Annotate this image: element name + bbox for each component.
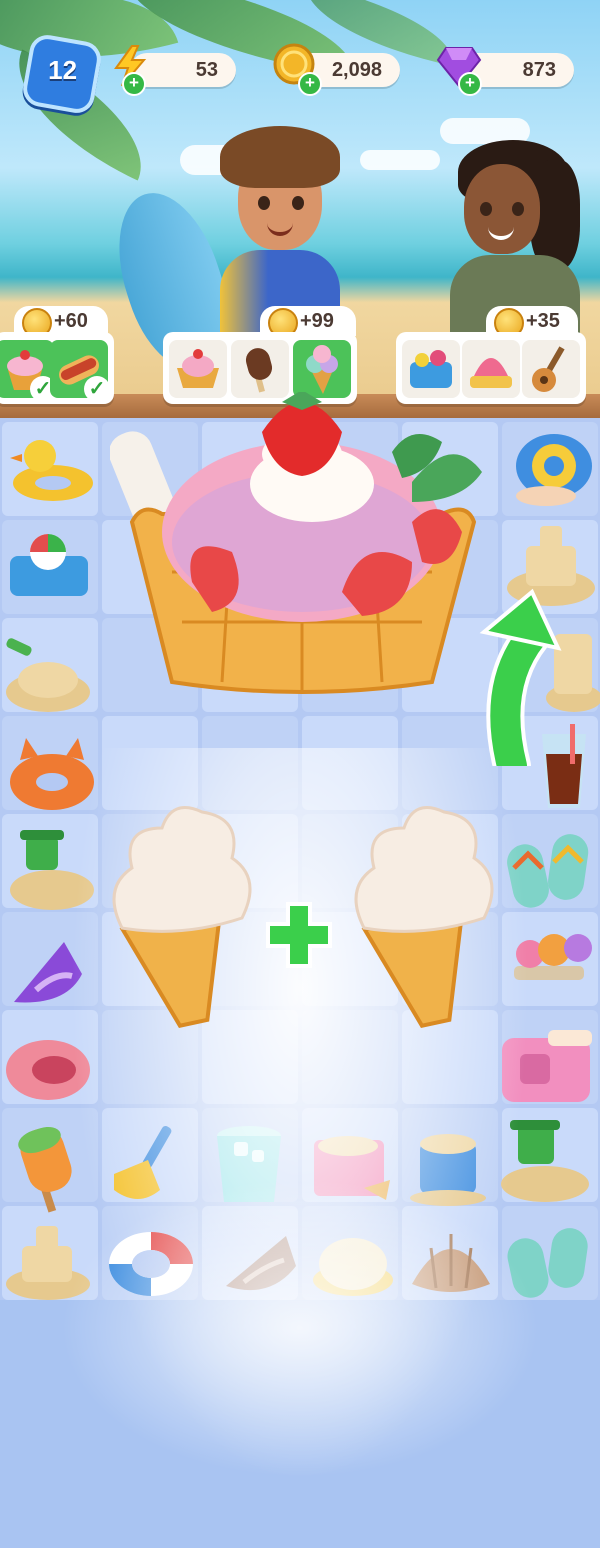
merge-board (0, 390, 600, 1548)
coin-value: 2,098 (331, 59, 382, 81)
add-coins-button[interactable]: + (298, 72, 322, 96)
order-1-reward-value: +60 (54, 310, 88, 332)
seashell-toy-item[interactable] (462, 340, 520, 398)
energy-value: 53 (195, 59, 218, 81)
beach-basket-item[interactable] (6, 522, 96, 607)
cupcake-item[interactable]: ✓ (0, 340, 56, 402)
strawberry-waffle-sundae[interactable] (112, 390, 492, 717)
ice-cream-scoops-item[interactable] (293, 340, 351, 398)
order-card-1[interactable]: ✓ ✓ (0, 332, 114, 404)
spiral-shell-item[interactable] (510, 430, 596, 515)
merge-arrow-icon (462, 586, 562, 785)
player-level-badge[interactable]: 12 (20, 32, 104, 116)
order-2-reward-value: +99 (300, 310, 334, 332)
gem-value: 873 (522, 59, 556, 81)
order-3-reward-value: +35 (526, 310, 560, 332)
duck-float-item[interactable] (8, 428, 98, 513)
player-level-value: 12 (48, 55, 78, 86)
ukulele-item[interactable] (522, 340, 580, 398)
waffle-bowl-sundae-item[interactable] (169, 340, 227, 398)
soft-serve-cone-right[interactable] (344, 798, 504, 1033)
chocolate-popsicle-item[interactable] (231, 340, 289, 398)
add-energy-button[interactable]: + (122, 72, 146, 96)
sand-shovel-item[interactable] (2, 630, 94, 721)
soft-serve-cone-left[interactable] (102, 798, 262, 1033)
plus-icon (264, 900, 334, 975)
check-icon: ✓ (84, 376, 110, 402)
add-gems-button[interactable]: + (458, 72, 482, 96)
hotdog-item[interactable]: ✓ (50, 340, 110, 402)
beach-basket-item[interactable] (402, 340, 460, 398)
merge-glow-lower (60, 1178, 540, 1478)
